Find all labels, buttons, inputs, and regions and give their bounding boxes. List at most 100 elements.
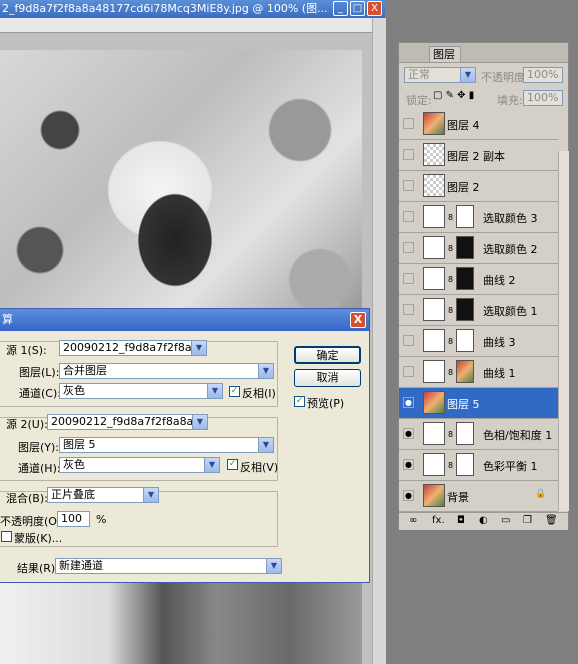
layer-row[interactable]: 图层 4 bbox=[399, 109, 558, 140]
mask-link-icon[interactable]: 8 bbox=[448, 461, 453, 470]
visibility-eye-icon[interactable] bbox=[403, 242, 414, 253]
layer-mask-thumbnail[interactable] bbox=[456, 236, 474, 259]
layer-row[interactable]: 8 选取颜色 1 bbox=[399, 295, 558, 326]
link-icon[interactable]: ∞ bbox=[409, 515, 417, 526]
layer-name: 选取颜色 1 bbox=[483, 305, 538, 318]
fill-label: 填充: bbox=[497, 94, 523, 107]
mask-link-icon[interactable]: 8 bbox=[448, 337, 453, 346]
layer-thumbnail bbox=[423, 391, 445, 414]
document-image-bottom[interactable] bbox=[0, 583, 362, 664]
source1-select[interactable]: 20090212_f9d8a7f2f8a8a481...▼ bbox=[59, 340, 207, 356]
visibility-eye-icon[interactable] bbox=[403, 149, 414, 160]
source1-layer-select[interactable]: 合并图层 ▼ bbox=[59, 363, 274, 379]
layer-name: 曲线 3 bbox=[483, 336, 516, 349]
source1-label: 源 1(S): bbox=[6, 344, 47, 357]
fx-icon[interactable]: fx. bbox=[432, 515, 445, 526]
dialog-close-button[interactable]: X bbox=[350, 312, 366, 328]
visibility-eye-icon[interactable]: ● bbox=[403, 459, 414, 470]
adjustment-icon[interactable]: ◐ bbox=[479, 515, 488, 526]
visibility-eye-icon[interactable] bbox=[403, 273, 414, 284]
fill-input[interactable]: 100% bbox=[523, 90, 563, 106]
layer-mask-thumbnail[interactable] bbox=[456, 453, 474, 476]
visibility-eye-icon[interactable]: ● bbox=[403, 490, 414, 501]
lock-icons[interactable]: ▢ ✎ ✥ ▮ bbox=[433, 90, 474, 101]
layer-mask-thumbnail[interactable] bbox=[456, 422, 474, 445]
layer-mask-thumbnail[interactable] bbox=[456, 360, 474, 383]
layer-thumbnail bbox=[423, 112, 445, 135]
visibility-eye-icon[interactable] bbox=[403, 335, 414, 346]
mask-link-icon[interactable]: 8 bbox=[448, 306, 453, 315]
mask-link-icon[interactable]: 8 bbox=[448, 244, 453, 253]
layer-row[interactable]: 8 曲线 3 bbox=[399, 326, 558, 357]
layer-row[interactable]: 8 选取颜色 3 bbox=[399, 202, 558, 233]
mask-label: 蒙版(K)... bbox=[14, 532, 63, 545]
layer-name: 图层 5 bbox=[447, 398, 480, 411]
source2-layer-select[interactable]: 图层 5 ▼ bbox=[59, 437, 274, 453]
opacity-input[interactable]: 100 bbox=[57, 511, 90, 527]
layer-mask-thumbnail[interactable] bbox=[456, 298, 474, 321]
layer-thumbnail bbox=[423, 422, 445, 445]
layer-mask-thumbnail[interactable] bbox=[456, 329, 474, 352]
source2-channel-select[interactable]: 灰色 ▼ bbox=[59, 457, 220, 473]
layer-row[interactable]: ● 8 色相/饱和度 1 bbox=[399, 419, 558, 450]
layer-thumbnail bbox=[423, 267, 445, 290]
visibility-eye-icon[interactable] bbox=[403, 304, 414, 315]
layer-row[interactable]: 8 曲线 1 bbox=[399, 357, 558, 388]
source2-label: 源 2(U): bbox=[6, 418, 48, 431]
layer-row[interactable]: ● 背景 🔒 bbox=[399, 481, 558, 512]
visibility-eye-icon[interactable] bbox=[403, 211, 414, 222]
layer-thumbnail bbox=[423, 143, 445, 166]
visibility-eye-icon[interactable] bbox=[403, 366, 414, 377]
blend-mode-select[interactable]: 正常 ▼ bbox=[404, 67, 476, 83]
mask-link-icon[interactable]: 8 bbox=[448, 213, 453, 222]
horizontal-ruler bbox=[0, 18, 385, 33]
mask-checkbox[interactable] bbox=[1, 531, 12, 542]
calculations-dialog: 算 X 源 1(S): 20090212_f9d8a7f2f8a8a481...… bbox=[0, 308, 370, 583]
result-select[interactable]: 新建通道 ▼ bbox=[55, 558, 282, 574]
new-layer-icon[interactable]: ❐ bbox=[523, 515, 532, 526]
mask-link-icon[interactable]: 8 bbox=[448, 430, 453, 439]
blending-label: 混合(B): bbox=[6, 492, 48, 505]
layer-row[interactable]: 8 曲线 2 bbox=[399, 264, 558, 295]
layer-row[interactable]: 图层 2 bbox=[399, 171, 558, 202]
document-scrollbar[interactable] bbox=[372, 18, 386, 664]
minimize-button[interactable]: _ bbox=[333, 1, 348, 16]
trash-icon[interactable]: 🗑 bbox=[545, 515, 558, 526]
ok-button[interactable]: 确定 bbox=[294, 346, 361, 364]
blending-select[interactable]: 正片叠底 ▼ bbox=[47, 487, 159, 503]
layer-row[interactable]: 图层 2 副本 bbox=[399, 140, 558, 171]
maximize-button[interactable]: □ bbox=[350, 1, 365, 16]
layer-thumbnail bbox=[423, 205, 445, 228]
layer-mask-thumbnail[interactable] bbox=[456, 205, 474, 228]
panel-scrollbar[interactable] bbox=[558, 151, 569, 511]
source2-invert-checkbox[interactable]: ✓ bbox=[227, 459, 238, 470]
layer-name: 选取颜色 3 bbox=[483, 212, 538, 225]
source2-select[interactable]: 20090212_f9d8a7f2f8a8a481... ▼ bbox=[47, 414, 208, 430]
preview-label: 预览(P) bbox=[307, 397, 345, 410]
layer-opacity-input[interactable]: 100% bbox=[523, 67, 563, 83]
group-icon[interactable]: ▭ bbox=[501, 515, 510, 526]
document-image[interactable] bbox=[0, 50, 362, 312]
close-button[interactable]: X bbox=[367, 1, 382, 16]
mask-link-icon[interactable]: 8 bbox=[448, 368, 453, 377]
preview-checkbox[interactable]: ✓ bbox=[294, 396, 305, 407]
mask-link-icon[interactable]: 8 bbox=[448, 275, 453, 284]
mask-icon[interactable]: ◘ bbox=[457, 515, 465, 526]
layer-row[interactable]: 8 选取颜色 2 bbox=[399, 233, 558, 264]
source1-invert-checkbox[interactable]: ✓ bbox=[229, 386, 240, 397]
source1-channel-select[interactable]: 灰色 ▼ bbox=[59, 383, 223, 399]
visibility-eye-icon[interactable]: ● bbox=[403, 428, 414, 439]
tab-layers[interactable]: 图层 × bbox=[429, 46, 461, 76]
layer-mask-thumbnail[interactable] bbox=[456, 267, 474, 290]
layer-row[interactable]: ● 8 色彩平衡 1 bbox=[399, 450, 558, 481]
lock-label: 锁定: bbox=[406, 94, 432, 107]
source2-invert-label: 反相(V) bbox=[240, 461, 279, 474]
visibility-eye-icon[interactable] bbox=[403, 118, 414, 129]
result-label: 结果(R): bbox=[17, 562, 59, 575]
visibility-eye-icon[interactable]: ● bbox=[403, 397, 414, 408]
layer-thumbnail bbox=[423, 360, 445, 383]
layer-row[interactable]: ● 图层 5 bbox=[399, 388, 558, 419]
layer-name: 曲线 1 bbox=[483, 367, 516, 380]
cancel-button[interactable]: 取消 bbox=[294, 369, 361, 387]
visibility-eye-icon[interactable] bbox=[403, 180, 414, 191]
